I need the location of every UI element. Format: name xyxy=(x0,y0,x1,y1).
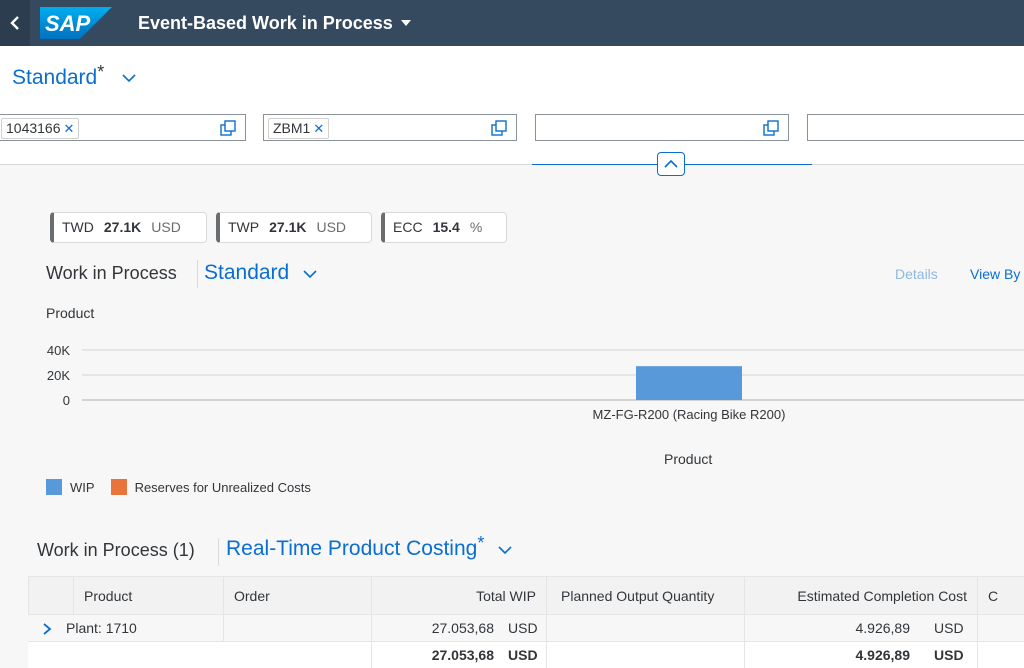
view-by-link[interactable]: View By xyxy=(970,266,1020,282)
chevron-down-icon xyxy=(303,270,317,279)
chevron-right-icon xyxy=(43,623,52,635)
table-variant-name: Real-Time Product Costing xyxy=(226,537,478,560)
variant-dirty-marker: * xyxy=(477,533,485,553)
kpi-tag-twd[interactable]: TWD 27.1K USD xyxy=(50,212,207,243)
column-header-estimated-completion-cost[interactable]: Estimated Completion Cost xyxy=(744,577,977,615)
bar-wip[interactable] xyxy=(636,366,742,400)
column-header-product[interactable]: Product xyxy=(73,577,223,615)
chart-variant-selector[interactable]: Standard xyxy=(204,261,317,285)
kpi-tag-ecc[interactable]: ECC 15.4 % xyxy=(381,212,507,243)
remove-token-icon[interactable]: ✕ xyxy=(64,119,75,138)
filter-field-2[interactable]: ZBM1 ✕ xyxy=(263,114,517,141)
chart-variant-name: Standard xyxy=(204,261,290,284)
total-wip-value: 27.053,68 xyxy=(371,615,504,641)
remove-token-icon[interactable]: ✕ xyxy=(313,119,324,138)
table-section-title: Work in Process (1) xyxy=(37,540,195,560)
total-wip-sum-unit: USD xyxy=(508,647,538,663)
shell-bar: SAP Event-Based Work in Process xyxy=(0,0,1024,46)
variant-name: Standard xyxy=(12,66,98,89)
filter-field-1[interactable]: 1043166 ✕ xyxy=(0,114,246,141)
chart-legend: WIP Reserves for Unrealized Costs xyxy=(46,479,311,495)
column-header-total-wip[interactable]: Total WIP xyxy=(371,577,546,615)
y-tick-label: 0 xyxy=(63,393,70,408)
collapse-header-button[interactable] xyxy=(657,152,685,176)
app-title-menu[interactable]: Event-Based Work in Process xyxy=(138,0,411,46)
total-wip-sum: 27.053,68 xyxy=(371,642,504,668)
order-cell xyxy=(223,615,371,641)
value-help-icon[interactable] xyxy=(491,120,507,136)
chart-title: Product xyxy=(46,305,95,321)
kpi-value: 27.1K xyxy=(103,219,142,235)
kpi-value: 27.1K xyxy=(269,219,307,235)
variant-selector[interactable]: Standard* xyxy=(12,62,136,90)
filter-token[interactable]: ZBM1 ✕ xyxy=(268,118,330,139)
totals-row: 27.053,68 USD 4.926,89 USD xyxy=(28,642,1024,668)
legend-label-wip: WIP xyxy=(70,479,95,495)
chevron-down-icon xyxy=(498,546,512,555)
chevron-left-icon xyxy=(10,16,19,30)
planned-output-sum xyxy=(546,642,744,668)
chevron-up-icon xyxy=(664,159,678,168)
kpi-unit: USD xyxy=(151,219,181,235)
expander-column-header xyxy=(28,577,73,615)
y-tick-label: 20K xyxy=(47,368,70,383)
kpi-tag-twp[interactable]: TWP 27.1K USD xyxy=(216,212,372,243)
legend-swatch-reserves xyxy=(110,479,127,495)
filter-field-3[interactable] xyxy=(535,114,789,141)
truncated-cell xyxy=(977,615,1024,641)
chevron-down-icon xyxy=(122,74,136,83)
filter-bar: Standard* 1043166 ✕ ZBM1 ✕ xyxy=(0,46,1024,165)
table-header-row: Product Order Total WIP Planned Output Q… xyxy=(28,576,1024,615)
kpi-label: TWD xyxy=(62,219,94,235)
ecc-value: 4.926,89 xyxy=(744,615,920,641)
variant-dirty-marker: * xyxy=(97,62,105,82)
table-variant-selector[interactable]: Real-Time Product Costing* xyxy=(226,533,512,561)
ecc-sum: 4.926,89 xyxy=(744,642,920,668)
kpi-value: 15.4 xyxy=(432,219,460,235)
kpi-unit: % xyxy=(469,219,483,235)
column-header-order[interactable]: Order xyxy=(223,577,371,615)
x-axis-title: Product xyxy=(664,451,713,467)
caret-down-icon xyxy=(400,20,411,26)
y-tick-label: 40K xyxy=(47,343,70,358)
title-separator xyxy=(218,538,219,566)
kpi-label: TWP xyxy=(228,219,260,235)
chart-section-title: Work in Process xyxy=(46,263,177,283)
kpi-label: ECC xyxy=(393,219,423,235)
value-help-icon[interactable] xyxy=(220,120,236,136)
legend-swatch-wip xyxy=(46,479,62,495)
ecc-unit: USD xyxy=(934,620,964,636)
value-help-icon[interactable] xyxy=(763,120,779,136)
title-separator xyxy=(197,260,198,288)
app-title: Event-Based Work in Process xyxy=(138,13,393,33)
truncated-cell xyxy=(977,642,1024,668)
column-header-planned-output-quantity[interactable]: Planned Output Quantity xyxy=(546,577,744,615)
legend-label-reserves: Reserves for Unrealized Costs xyxy=(134,479,311,495)
total-wip-unit: USD xyxy=(508,620,538,636)
planned-output-cell xyxy=(546,615,744,641)
group-label: Plant: 1710 xyxy=(66,620,137,636)
filter-token[interactable]: 1043166 ✕ xyxy=(1,118,80,139)
x-tick-label: MZ-FG-R200 (Racing Bike R200) xyxy=(593,407,786,422)
ecc-sum-unit: USD xyxy=(934,647,964,663)
details-link[interactable]: Details xyxy=(895,266,938,282)
column-header-truncated[interactable]: C xyxy=(977,577,1024,615)
back-button[interactable] xyxy=(0,0,30,46)
table-row[interactable]: Plant: 1710 27.053,68 USD 4.926,89 USD xyxy=(28,615,1024,642)
filter-field-4[interactable] xyxy=(807,114,1024,141)
svg-text:SAP: SAP xyxy=(45,11,91,36)
sap-logo[interactable]: SAP xyxy=(40,7,112,39)
kpi-unit: USD xyxy=(316,219,347,235)
wip-bar-chart: 0 20K 40K MZ-FG-R200 (Racing Bike R200) xyxy=(47,343,1024,422)
